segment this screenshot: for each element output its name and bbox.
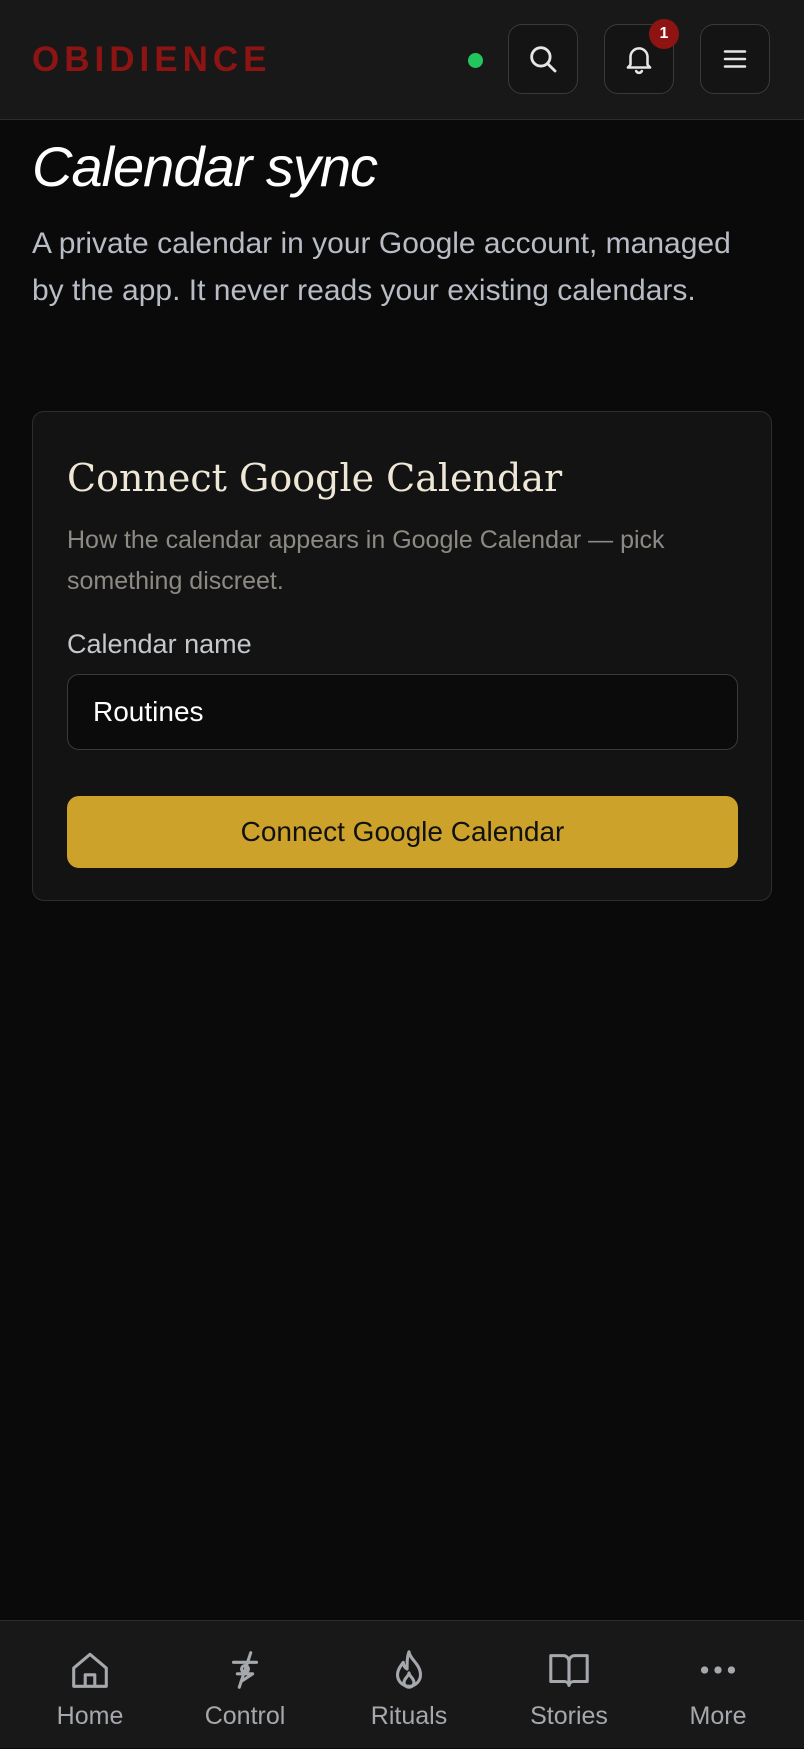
nav-item-control[interactable]: Control [170, 1621, 320, 1749]
nav-item-more[interactable]: More [643, 1621, 793, 1749]
calendar-name-input[interactable] [67, 674, 738, 750]
notification-count-badge: 1 [649, 19, 679, 49]
calendar-name-label: Calendar name [67, 629, 252, 659]
bell-icon [626, 47, 652, 75]
notifications-button[interactable]: 1 [604, 19, 679, 94]
control-icon [220, 1645, 270, 1695]
nav-label-more: More [689, 1702, 747, 1730]
nav-label-home: Home [56, 1702, 124, 1730]
connect-calendar-card: Connect Google Calendar How the calendar… [32, 411, 772, 901]
search-icon [530, 46, 557, 73]
menu-button[interactable] [700, 24, 770, 94]
search-button[interactable] [508, 24, 578, 94]
nav-label-rituals: Rituals [370, 1702, 448, 1730]
nav-item-home[interactable]: Home [15, 1621, 165, 1749]
nav-item-rituals[interactable]: Rituals [334, 1621, 484, 1749]
more-dots-icon [693, 1645, 743, 1695]
page-description: A private calendar in your Google accoun… [32, 227, 731, 307]
brand-logo[interactable]: OBIDIENCE [32, 40, 271, 80]
flame-icon [384, 1645, 434, 1695]
page-title: Calendar sync [32, 135, 378, 198]
online-status-indicator [468, 53, 483, 68]
nav-item-stories[interactable]: Stories [494, 1621, 644, 1749]
connect-google-calendar-button[interactable]: Connect Google Calendar [67, 796, 738, 868]
home-icon [65, 1645, 115, 1695]
top-bar: OBIDIENCE 1 [0, 0, 804, 120]
card-help-text: How the calendar appears in Google Calen… [67, 526, 665, 595]
book-icon [544, 1645, 594, 1695]
bottom-navigation: Home Control Rituals Stories More [0, 1620, 804, 1748]
card-title: Connect Google Calendar [67, 456, 563, 500]
nav-label-control: Control [204, 1702, 286, 1730]
nav-label-stories: Stories [530, 1702, 608, 1730]
hamburger-menu-icon [723, 50, 747, 68]
